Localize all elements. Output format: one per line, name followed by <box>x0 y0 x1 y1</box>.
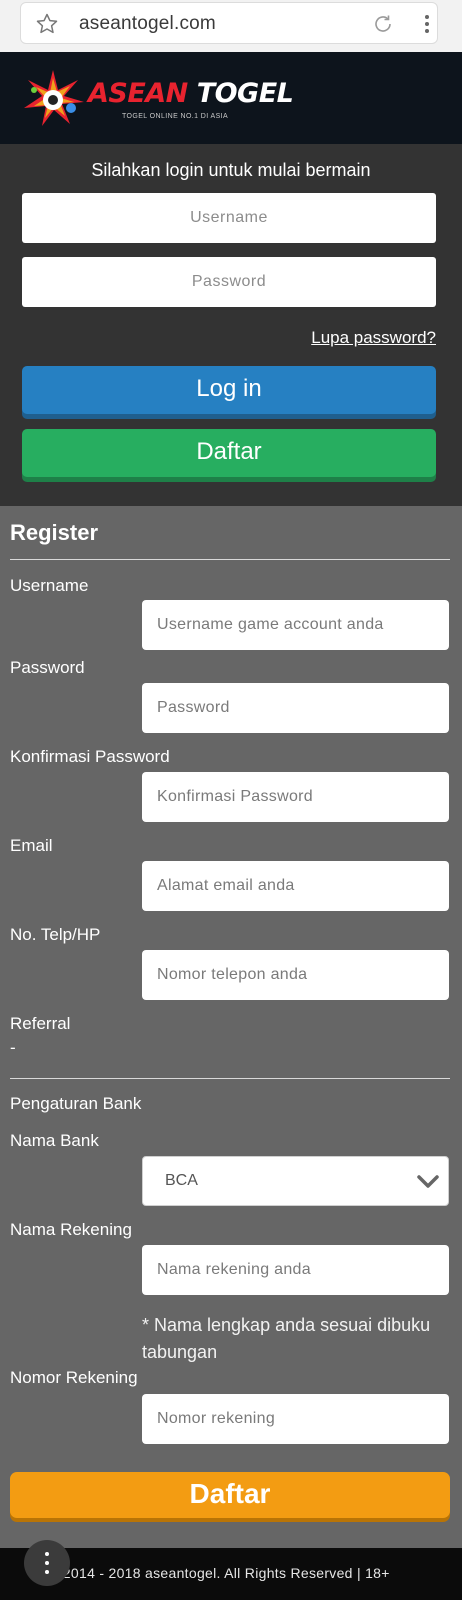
phone-field[interactable] <box>142 950 449 1000</box>
login-title: Silahkan login untuk mulai bermain <box>91 160 371 180</box>
referral-value: - <box>10 1038 16 1057</box>
referral-label: Referral <box>10 1014 71 1033</box>
account-number-input[interactable] <box>142 1394 449 1444</box>
login-panel: Silahkan login untuk mulai bermain Lupa … <box>0 144 462 506</box>
bank-section-heading: Pengaturan Bank <box>10 1094 142 1113</box>
logo-word-asean: ASEAN <box>88 78 188 109</box>
browser-toolbar: aseantogel.com <box>0 0 462 52</box>
login-username-input[interactable] <box>22 193 436 243</box>
kebab-menu-icon[interactable] <box>415 12 439 36</box>
account-name-input[interactable] <box>142 1245 449 1295</box>
email-label: Email <box>10 836 53 855</box>
account-name-note: * Nama lengkap anda sesuai dibuku tabung… <box>142 1315 431 1362</box>
register-password-input[interactable] <box>142 683 449 733</box>
register-username-input[interactable] <box>142 600 449 650</box>
footer: © 2014 - 2018 aseantogel. All Rights Res… <box>0 1548 462 1600</box>
register-section: Register Username Password Konfirmasi Pa… <box>0 506 462 1548</box>
floating-menu-button[interactable] <box>24 1540 70 1586</box>
account-name-label: Nama Rekening <box>10 1220 132 1239</box>
divider <box>10 1078 450 1079</box>
phone-label: No. Telp/HP <box>10 925 101 944</box>
login-password-input[interactable] <box>22 257 436 307</box>
reload-icon[interactable] <box>371 12 395 36</box>
address-bar[interactable]: aseantogel.com <box>20 2 438 44</box>
register-heading: Register <box>10 520 99 545</box>
login-button[interactable]: Log in <box>22 366 436 414</box>
chevron-down-icon <box>417 1175 439 1188</box>
password-label: Password <box>10 658 85 677</box>
logo-emblem-icon[interactable] <box>20 68 86 128</box>
vertical-dots-icon <box>45 1552 49 1574</box>
star-outline-icon[interactable] <box>35 12 59 36</box>
register-submit-button[interactable]: Daftar <box>10 1472 450 1518</box>
logo-tagline: TOGEL ONLINE NO.1 DI ASIA <box>122 113 229 120</box>
site-header: ASEAN TOGEL TOGEL ONLINE NO.1 DI ASIA <box>0 52 462 144</box>
divider <box>10 559 450 560</box>
register-nav-button[interactable]: Daftar <box>22 429 436 477</box>
forgot-password-link[interactable]: Lupa password? <box>311 328 436 348</box>
logo-word-togel: TOGEL <box>196 78 294 109</box>
username-label: Username <box>10 576 89 595</box>
bank-name-label: Nama Bank <box>10 1131 99 1150</box>
logo-wordmark[interactable]: ASEAN TOGEL <box>88 78 294 109</box>
account-number-label: Nomor Rekening <box>10 1368 138 1387</box>
confirm-password-input[interactable] <box>142 772 449 822</box>
confirm-password-label: Konfirmasi Password <box>10 747 170 766</box>
email-field[interactable] <box>142 861 449 911</box>
copyright-text: © 2014 - 2018 aseantogel. All Rights Res… <box>48 1565 390 1581</box>
bank-select-value: BCA <box>165 1172 198 1189</box>
bank-select[interactable]: BCA <box>142 1156 449 1206</box>
url-text[interactable]: aseantogel.com <box>79 13 216 35</box>
